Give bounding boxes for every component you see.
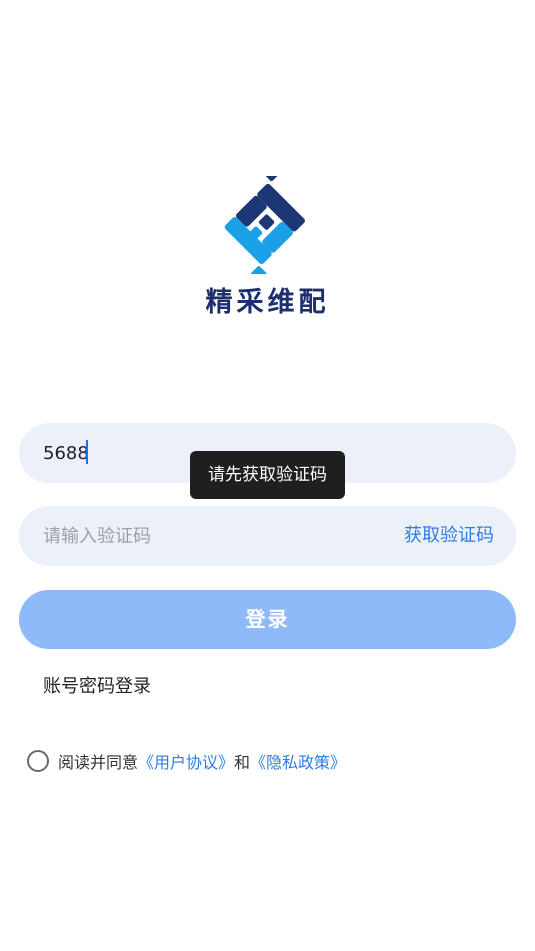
privacy-policy-link[interactable]: 《隐私政策》 <box>250 749 346 773</box>
user-agreement-link[interactable]: 《用户协议》 <box>138 749 234 773</box>
agreement-row: 阅读并同意 《用户协议》 和 《隐私政策》 <box>27 748 346 774</box>
verification-code-field[interactable]: 获取验证码 <box>19 506 516 566</box>
login-button[interactable]: 登录 <box>19 590 516 649</box>
brand-name: 精采维配 <box>205 287 330 318</box>
interlocking-diamond-logo <box>224 176 305 274</box>
verification-code-input[interactable] <box>43 506 373 566</box>
password-login-link[interactable]: 账号密码登录 <box>43 672 151 698</box>
text-cursor <box>86 440 88 464</box>
get-code-button[interactable]: 获取验证码 <box>404 506 494 566</box>
logo-corner-navy <box>263 176 280 182</box>
toast-message: 请先获取验证码 <box>190 451 345 499</box>
agreement-prefix: 阅读并同意 <box>58 753 139 772</box>
logo-square-navy <box>258 214 275 230</box>
agreement-radio[interactable] <box>27 750 49 772</box>
login-screen: 精采维配 获取验证码 请先获取验证码 登录 账号密码登录 阅读并同意 《用户协议… <box>0 0 535 951</box>
logo-corner-sky <box>251 266 267 274</box>
agreement-and: 和 <box>234 753 251 772</box>
